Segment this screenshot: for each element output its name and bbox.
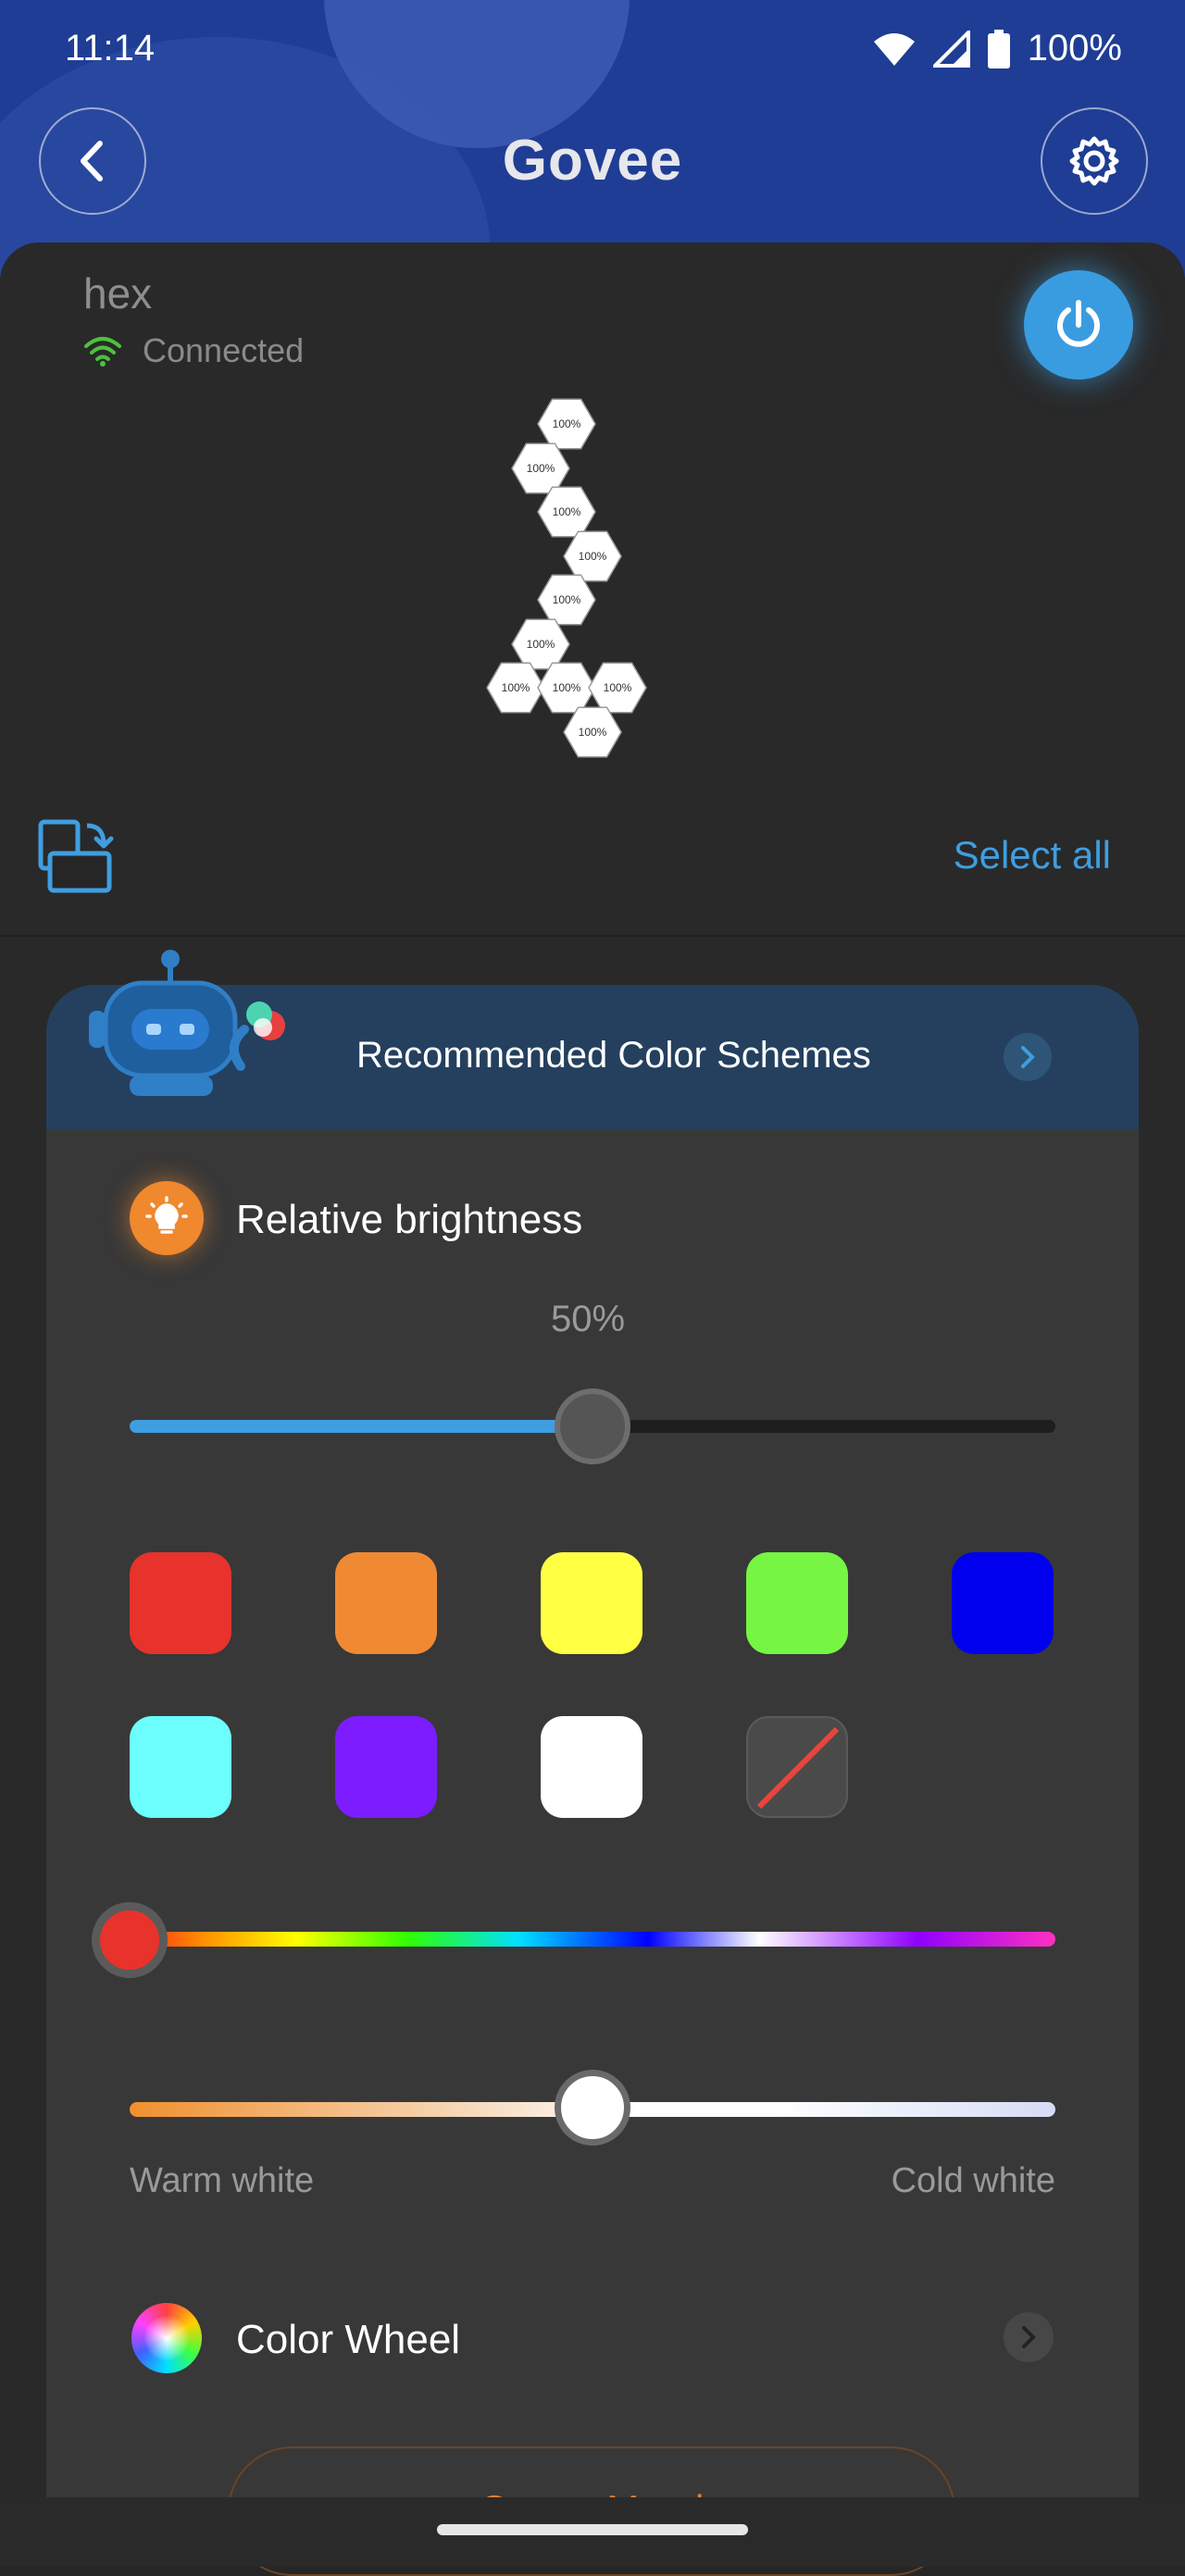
cold-white-label: Cold white [891,2161,1055,2200]
divider [0,935,1185,937]
no-color-icon [756,1726,840,1810]
color-swatch-purple[interactable] [335,1716,437,1818]
light-panel-tile[interactable]: 100% [537,486,596,538]
tile-brightness-label: 100% [553,593,581,606]
warm-white-label: Warm white [130,2161,315,2200]
color-swatch-orange[interactable] [335,1552,437,1654]
light-panel-tile[interactable]: 100% [511,618,570,670]
recommended-schemes-label: Recommended Color Schemes [356,1035,871,1076]
tile-brightness-label: 100% [579,550,607,563]
recommended-arrow[interactable] [1004,1033,1052,1081]
robot-icon [89,950,285,1096]
color-wheel-label[interactable]: Color Wheel [236,2317,460,2363]
color-swatch-white[interactable] [541,1716,642,1818]
tile-brightness-label: 100% [527,638,555,651]
color-swatch-green[interactable] [746,1552,848,1654]
brightness-slider-thumb[interactable] [555,1388,630,1464]
light-panel-tile[interactable]: 100% [563,530,622,582]
color-swatch-blue[interactable] [952,1552,1054,1654]
light-panel-tile[interactable]: 100% [537,662,596,714]
brightness-value: 50% [550,1299,626,1339]
light-panel-tile[interactable]: 100% [588,662,647,714]
color-swatch-none[interactable] [746,1716,848,1818]
tile-brightness-label: 100% [553,505,581,518]
tile-brightness-label: 100% [604,681,632,694]
color-swatch-cyan[interactable] [130,1716,231,1818]
rotate-icon [38,819,114,893]
chevron-right-icon [1021,1046,1035,1068]
light-panel-tile[interactable]: 100% [563,706,622,758]
tile-brightness-label: 100% [579,726,607,739]
home-gesture-bar[interactable] [437,2524,748,2535]
brightness-label: Relative brightness [236,1197,583,1242]
color-wheel-arrow[interactable] [1004,2312,1054,2362]
color-swatch-red[interactable] [130,1552,231,1654]
hue-slider-thumb[interactable] [92,1902,168,1978]
color-wheel-icon [131,2303,202,2373]
select-all-button[interactable]: Select all [954,833,1111,877]
tile-brightness-label: 100% [502,681,530,694]
tile-brightness-label: 100% [553,417,581,430]
brightness-icon-badge [130,1181,204,1255]
robot-mascot [78,944,300,1115]
light-panel-tile[interactable]: 100% [537,398,596,450]
panel-layout: 100% 100% 100% 100% 100% 100% 100% 100% 100% 100% [486,398,647,758]
hue-slider-track[interactable] [130,1932,1055,1947]
lightbulb-icon [145,1196,188,1234]
brightness-slider-fill [130,1420,587,1433]
tile-brightness-label: 100% [553,681,581,694]
tile-brightness-label: 100% [527,462,555,475]
light-panel-tile[interactable]: 100% [511,442,570,494]
rotate-layout-button[interactable] [37,818,115,899]
color-swatch-yellow[interactable] [541,1552,642,1654]
light-panel-tile[interactable]: 100% [486,662,545,714]
light-panel-tile[interactable]: 100% [537,574,596,626]
chevron-right-icon [1022,2326,1036,2348]
color-temperature-slider-thumb[interactable] [555,2070,630,2146]
